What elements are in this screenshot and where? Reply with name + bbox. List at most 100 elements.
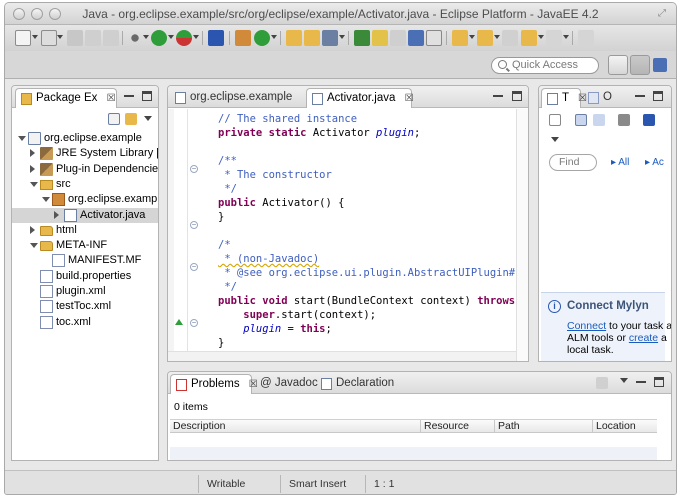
run-caret[interactable] (168, 35, 174, 39)
tab-task-list[interactable]: T ☒ (541, 88, 587, 108)
debug-perspective-icon[interactable] (653, 58, 667, 72)
fold-toggle-icon[interactable]: − (190, 263, 198, 271)
code-line[interactable]: super.start(context); (218, 308, 376, 322)
skip-breakpoints-icon[interactable] (208, 30, 224, 46)
forward-icon[interactable] (546, 30, 562, 46)
open-type-icon[interactable] (286, 30, 302, 46)
expand-twisty-icon[interactable] (30, 149, 35, 158)
pin-editor-icon[interactable] (578, 30, 594, 46)
print-icon[interactable] (103, 30, 119, 46)
new-task-icon[interactable] (549, 114, 561, 126)
tree-item[interactable]: org.eclipse.examp (12, 192, 158, 207)
column-location[interactable]: Location (592, 420, 662, 434)
code-line[interactable]: } (218, 336, 224, 350)
column-path[interactable]: Path (494, 420, 592, 434)
view-menu-icon[interactable] (144, 116, 152, 121)
maximize-view-icon[interactable] (142, 91, 152, 101)
tab-problems[interactable]: Problems ☒ (170, 374, 258, 394)
show-pilcrow-icon[interactable] (426, 30, 442, 46)
debug-caret[interactable] (143, 35, 149, 39)
tree-item[interactable]: build.properties (12, 269, 158, 284)
all-filter-link[interactable]: All (618, 157, 629, 168)
minimize-view-icon[interactable] (124, 95, 134, 97)
collapse-twisty-icon[interactable] (42, 197, 50, 203)
open-perspective-icon[interactable] (608, 55, 628, 75)
previous-annotation-icon[interactable] (477, 30, 493, 46)
tab-javadoc[interactable]: @ Javadoc (254, 374, 318, 394)
tree-item[interactable]: org.eclipse.example (12, 131, 158, 146)
link-with-editor-icon[interactable] (125, 113, 137, 125)
code-line[interactable]: private static Activator plugin; (218, 126, 420, 140)
tree-item[interactable]: toc.xml (12, 315, 158, 330)
collapse-twisty-icon[interactable] (30, 243, 38, 249)
show-whitespace-icon[interactable] (408, 30, 424, 46)
code-editor[interactable]: // The shared instance private static Act… (168, 109, 528, 361)
external-tools-caret[interactable] (193, 35, 199, 39)
expand-twisty-icon[interactable] (30, 225, 35, 234)
new-java-class-icon[interactable] (254, 30, 270, 46)
forward-caret[interactable] (563, 35, 569, 39)
tree-item[interactable]: src (12, 177, 158, 192)
new-wizard-caret[interactable] (57, 35, 63, 39)
fullscreen-icon[interactable]: ⤢ (658, 8, 670, 20)
view-menu-icon[interactable] (620, 378, 628, 383)
new-java-class-caret[interactable] (271, 35, 277, 39)
activate-filter-link[interactable]: Ac (652, 157, 664, 168)
tab-declaration[interactable]: Declaration (316, 374, 398, 394)
collapse-all-icon[interactable] (108, 113, 120, 125)
back-icon[interactable] (521, 30, 537, 46)
sync-icon[interactable] (618, 114, 630, 126)
fold-toggle-icon[interactable]: − (190, 165, 198, 173)
expand-twisty-icon[interactable] (54, 210, 59, 219)
minimize-view-icon[interactable] (635, 95, 645, 97)
connect-link[interactable]: Connect (567, 320, 606, 332)
code-line[interactable]: plugin = this; (218, 322, 332, 336)
save-all-icon[interactable] (85, 30, 101, 46)
scheduled-icon[interactable] (593, 114, 605, 126)
tree-item[interactable]: plugin.xml (12, 284, 158, 299)
tab-package-explorer[interactable]: Package Ex ☒ (15, 88, 117, 108)
new-dropdown-caret[interactable] (32, 35, 38, 39)
new-java-package-icon[interactable] (235, 30, 251, 46)
column-description[interactable]: Description (170, 420, 420, 434)
external-tools-icon[interactable] (176, 30, 192, 46)
search-icon[interactable] (322, 30, 338, 46)
column-resource[interactable]: Resource (420, 420, 494, 434)
last-edit-location-icon[interactable] (502, 30, 518, 46)
minimize-view-icon[interactable] (636, 381, 646, 383)
new-wizard-icon[interactable] (41, 30, 57, 46)
tree-item[interactable]: Plug-in Dependencie (12, 162, 158, 177)
close-icon[interactable]: ☒ (107, 93, 116, 104)
collapse-twisty-icon[interactable] (30, 181, 38, 187)
editor-horizontal-scrollbar[interactable] (168, 351, 516, 361)
save-icon[interactable] (67, 30, 83, 46)
view-menu-icon[interactable] (551, 137, 559, 142)
maximize-view-icon[interactable] (512, 91, 522, 101)
collapse-twisty-icon[interactable] (18, 136, 26, 141)
task-find-input[interactable]: Find (549, 154, 597, 171)
code-line[interactable]: /** (218, 154, 237, 168)
tree-item[interactable]: html (12, 223, 158, 238)
fold-toggle-icon[interactable]: − (190, 319, 198, 327)
previous-annotation-caret[interactable] (494, 35, 500, 39)
tree-item[interactable]: testToc.xml (12, 299, 158, 314)
create-link[interactable]: create (629, 332, 658, 344)
filter-icon[interactable] (596, 377, 608, 389)
debug-icon[interactable] (127, 30, 143, 46)
tab-outline[interactable]: O (583, 88, 619, 108)
tree-item[interactable]: JRE System Library [Ja (12, 146, 158, 161)
code-line[interactable]: * The constructor (218, 168, 331, 182)
tab-activator-java[interactable]: Activator.java ☒ (306, 88, 414, 108)
close-icon[interactable]: ☒ (405, 93, 414, 104)
run-icon[interactable] (151, 30, 167, 46)
code-line[interactable]: * (non-Javadoc) (218, 252, 319, 266)
code-line[interactable]: */ (218, 280, 237, 294)
open-task-icon[interactable] (304, 30, 320, 46)
override-indicator-icon[interactable] (175, 319, 183, 325)
next-annotation-icon[interactable] (452, 30, 468, 46)
code-line[interactable]: public void start(BundleContext context)… (218, 294, 528, 308)
minimize-view-icon[interactable] (493, 95, 503, 97)
fold-toggle-icon[interactable]: − (190, 221, 198, 229)
next-annotation-caret[interactable] (469, 35, 475, 39)
maximize-view-icon[interactable] (654, 377, 664, 387)
